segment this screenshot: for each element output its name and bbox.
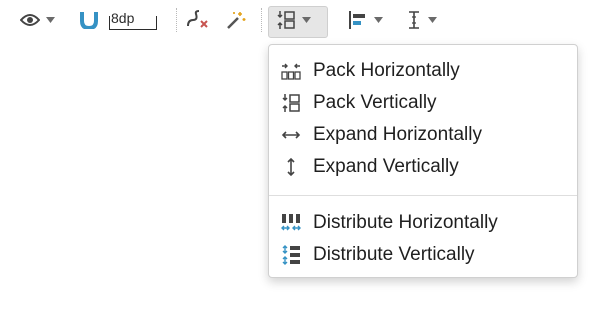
align-left-icon	[348, 10, 368, 30]
menu-separator	[269, 195, 577, 196]
pack-menu-icon-group	[276, 4, 311, 36]
guidelines-menu-button[interactable]	[406, 4, 437, 36]
chevron-down-icon	[302, 17, 311, 23]
autoconnect-toggle[interactable]	[80, 4, 98, 36]
menu-item-pack-horizontally[interactable]: Pack Horizontally	[269, 55, 577, 87]
pack-icon	[276, 10, 296, 30]
expand-horizontally-icon	[281, 125, 301, 145]
chevron-down-icon	[374, 17, 383, 23]
design-toolbar: 8dp	[0, 0, 601, 40]
pack-dropdown-menu: Pack Horizontally Pack Vertically Expand…	[268, 44, 578, 278]
infer-constraints-button[interactable]	[225, 4, 247, 36]
menu-item-label: Distribute Horizontally	[313, 212, 498, 233]
view-options-button[interactable]	[20, 4, 55, 36]
menu-item-label: Expand Vertically	[313, 156, 459, 177]
clear-constraints-button[interactable]	[186, 4, 210, 36]
menu-item-distribute-vertically[interactable]: Distribute Vertically	[269, 239, 577, 271]
chevron-down-icon	[46, 17, 55, 23]
expand-vertically-icon	[281, 157, 301, 177]
menu-item-label: Pack Vertically	[313, 92, 437, 113]
menu-item-label: Pack Horizontally	[313, 60, 460, 81]
eye-icon	[20, 13, 40, 27]
pack-horizontally-icon	[281, 61, 301, 81]
menu-item-label: Expand Horizontally	[313, 124, 482, 145]
distribute-horizontally-icon	[281, 213, 301, 233]
magnet-icon	[80, 11, 98, 29]
clear-constraints-icon	[186, 10, 210, 30]
menu-item-pack-vertically[interactable]: Pack Vertically	[269, 87, 577, 119]
distribute-vertically-icon	[281, 245, 301, 265]
menu-item-expand-horizontally[interactable]: Expand Horizontally	[269, 119, 577, 151]
menu-item-distribute-horizontally[interactable]: Distribute Horizontally	[269, 207, 577, 239]
chevron-down-icon	[428, 17, 437, 23]
magic-wand-icon	[225, 10, 247, 30]
default-margin-value: 8dp	[111, 10, 135, 26]
menu-item-expand-vertically[interactable]: Expand Vertically	[269, 151, 577, 183]
toolbar-divider	[261, 8, 262, 32]
toolbar-divider	[176, 8, 177, 32]
align-menu-button[interactable]	[348, 4, 383, 36]
menu-item-label: Distribute Vertically	[313, 244, 475, 265]
guidelines-icon	[406, 10, 422, 30]
pack-vertically-icon	[281, 93, 301, 113]
